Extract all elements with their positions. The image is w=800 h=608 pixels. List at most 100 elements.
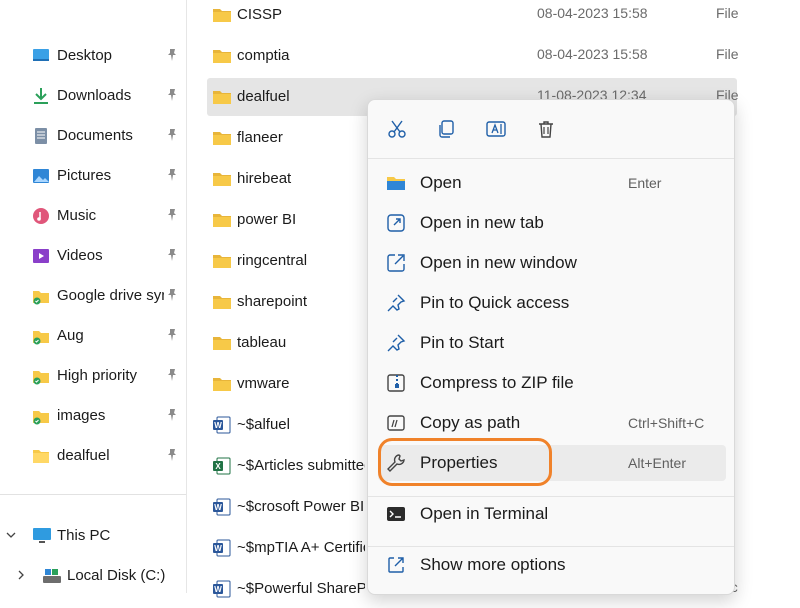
excel-doc-icon: X — [212, 456, 232, 476]
delete-icon — [539, 121, 553, 138]
file-name: ~$Powerful SharePoint Performance Mon — [237, 580, 365, 597]
file-name: sharepoint — [237, 293, 308, 310]
sidebar-item-label: This PC — [57, 527, 111, 544]
folder-icon — [33, 450, 49, 463]
menu-item-label: Show more options — [420, 555, 566, 574]
sidebar-item-downloads[interactable]: Downloads — [0, 78, 186, 114]
rename-icon — [486, 121, 506, 137]
file-row[interactable]: comptia 08-04-2023 15:58 File — [207, 37, 739, 75]
desktop-icon — [33, 49, 49, 61]
copy-icon — [439, 120, 454, 138]
menu-item-copy-as-path[interactable]: Copy as path Ctrl+Shift+C — [378, 405, 726, 441]
file-name: ~$mpTIA A+ Certification — [237, 539, 365, 556]
pin-icon — [168, 129, 176, 141]
sidebar-item-label: dealfuel — [57, 447, 110, 464]
videos-icon — [33, 249, 49, 263]
menu-divider — [368, 158, 734, 159]
rename-button[interactable] — [478, 112, 514, 146]
file-name: comptia — [237, 47, 290, 64]
folder-icon — [212, 210, 232, 230]
sidebar-item-label: Google drive sync — [57, 287, 164, 304]
cut-icon — [388, 120, 406, 138]
file-name: tableau — [237, 334, 287, 351]
sidebar-item-aug[interactable]: Aug — [0, 318, 186, 354]
pin-icon — [387, 294, 406, 312]
file-name: dealfuel — [237, 88, 290, 105]
sidebar-item-high-priority[interactable]: High priority — [0, 358, 186, 394]
pin-icon — [168, 49, 176, 61]
sidebar-item-label: Music — [57, 207, 97, 224]
open-folder-icon — [387, 177, 405, 190]
menu-item-label: Open in new window — [420, 253, 577, 272]
file-name: flaneer — [237, 129, 283, 146]
sidebar-item-images[interactable]: images — [0, 398, 186, 434]
svg-text:W: W — [214, 503, 222, 512]
sidebar-item-dealfuel[interactable]: dealfuel — [0, 438, 186, 474]
sidebar-item-music[interactable]: Music — [0, 198, 186, 234]
pin-icon — [168, 89, 176, 101]
chevron-right-icon[interactable] — [15, 569, 27, 581]
copy-button[interactable] — [428, 112, 464, 146]
word-doc-icon: W — [212, 497, 232, 517]
delete-button[interactable] — [528, 112, 564, 146]
synced-folder-icon — [33, 371, 49, 385]
menu-item-pin-to-quick-access[interactable]: Pin to Quick access — [378, 285, 726, 321]
pin-icon — [168, 409, 176, 421]
sidebar-item-label: images — [57, 407, 106, 424]
sidebar-item-google-drive-sync[interactable]: Google drive sync — [0, 278, 186, 314]
svg-text:X: X — [215, 462, 221, 471]
menu-item-label: Open in Terminal — [420, 504, 549, 523]
file-date-modified: 08-04-2023 15:58 — [537, 46, 648, 62]
menu-item-label: Pin to Quick access — [420, 293, 570, 312]
sidebar-item-label: Aug — [57, 327, 84, 344]
file-type: File — [716, 46, 739, 62]
menu-item-label: Open in new tab — [420, 213, 544, 232]
sidebar-item-documents[interactable]: Documents — [0, 118, 186, 154]
file-name: power BI — [237, 211, 297, 228]
copy-path-icon — [387, 415, 405, 431]
menu-item-label: Pin to Start — [420, 333, 505, 352]
cut-button[interactable] — [379, 112, 415, 146]
file-name: vmware — [237, 375, 290, 392]
file-type: File — [716, 5, 739, 21]
file-row[interactable]: CISSP 08-04-2023 15:58 File — [207, 0, 739, 34]
menu-item-shortcut: Alt+Enter — [628, 455, 686, 471]
menu-item-label: Copy as path — [420, 413, 521, 432]
folder-icon — [212, 87, 232, 107]
menu-item-open-in-terminal[interactable]: Open in Terminal — [378, 496, 726, 532]
downloads-icon — [34, 88, 48, 104]
word-doc-icon: W — [212, 538, 232, 558]
sidebar-item-pictures[interactable]: Pictures — [0, 158, 186, 194]
menu-item-show-more-options[interactable]: Show more options — [378, 547, 726, 583]
sidebar-item-local-disk[interactable]: Local Disk (C:) — [0, 561, 186, 591]
menu-item-compress-to-zip[interactable]: Compress to ZIP file — [378, 365, 726, 401]
menu-item-open-in-new-tab[interactable]: Open in new tab — [378, 205, 726, 241]
menu-item-label: Open — [420, 173, 462, 192]
pin-icon — [168, 289, 176, 301]
pin-icon — [168, 249, 176, 261]
menu-item-shortcut: Enter — [628, 175, 662, 191]
more-options-icon — [388, 557, 404, 573]
folder-icon — [212, 169, 232, 189]
sidebar-item-desktop[interactable]: Desktop — [0, 38, 186, 74]
pin-icon — [168, 329, 176, 341]
folder-icon — [212, 251, 232, 271]
menu-item-open[interactable]: Open Enter — [378, 165, 726, 201]
sidebar-item-videos[interactable]: Videos — [0, 238, 186, 274]
file-name: CISSP — [237, 6, 283, 23]
menu-item-label: Compress to ZIP file — [420, 373, 574, 392]
sidebar-item-this-pc[interactable]: This PC — [0, 521, 186, 551]
folder-icon — [212, 333, 232, 353]
annotation-highlight-outline — [378, 438, 552, 486]
file-name: ~$crosoft Power BI — [237, 498, 365, 515]
sidebar-item-label: High priority — [57, 367, 138, 384]
pin-icon — [168, 209, 176, 221]
menu-item-open-in-new-window[interactable]: Open in new window — [378, 245, 726, 281]
folder-icon — [212, 292, 232, 312]
chevron-down-icon[interactable] — [5, 529, 17, 541]
menu-item-pin-to-start[interactable]: Pin to Start — [378, 325, 726, 361]
pictures-icon — [33, 169, 49, 183]
new-tab-icon — [387, 214, 405, 232]
word-doc-icon: W — [212, 415, 232, 435]
pin-icon — [387, 334, 406, 352]
